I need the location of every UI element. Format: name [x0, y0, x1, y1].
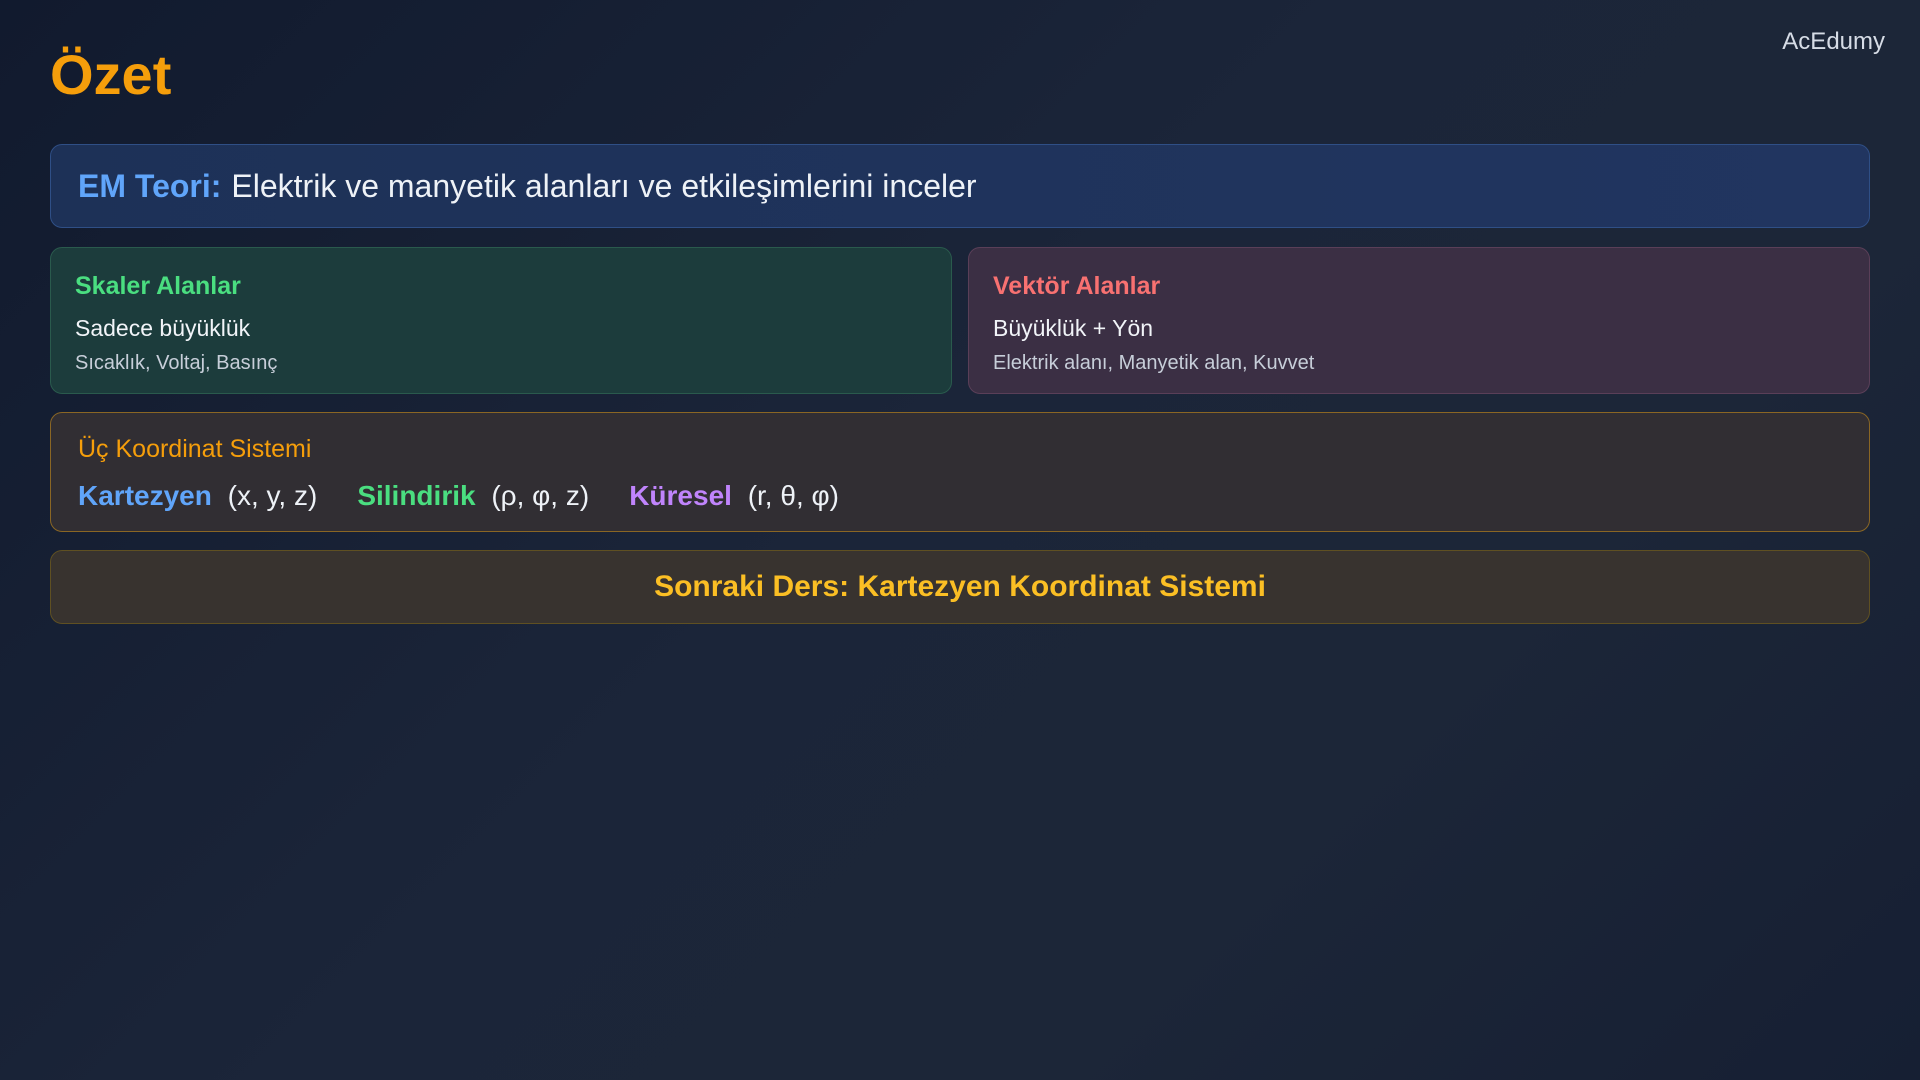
brand-logo-text: AcEdumy: [1782, 28, 1885, 55]
scalar-fields-subtitle: Sadece büyüklük: [75, 315, 251, 341]
scalar-fields-card: Skaler Alanlar Sadece büyüklük Sıcaklık,…: [50, 247, 952, 394]
coordinate-name: Silindirik: [357, 480, 476, 511]
em-theory-label: EM Teori:: [78, 167, 222, 204]
vector-fields-title: Vektör Alanlar: [993, 272, 1161, 300]
coordinate-systems-card: Üç Koordinat Sistemi Kartezyen (x, y, z)…: [50, 412, 1870, 532]
vector-fields-examples: Elektrik alanı, Manyetik alan, Kuvvet: [993, 352, 1315, 374]
coordinate-vars: (x, y, z): [227, 480, 318, 511]
next-lesson-banner: Sonraki Ders: Kartezyen Koordinat Sistem…: [50, 550, 1870, 624]
coordinate-systems-title: Üç Koordinat Sistemi: [78, 435, 312, 463]
em-theory-card: EM Teori: Elektrik ve manyetik alanları …: [50, 144, 1870, 228]
coordinate-item-cartesian: Kartezyen (x, y, z): [78, 480, 317, 512]
em-theory-text: Elektrik ve manyetik alanları ve etkileş…: [231, 167, 977, 204]
scalar-fields-examples: Sıcaklık, Voltaj, Basınç: [75, 352, 278, 374]
vector-fields-subtitle: Büyüklük + Yön: [993, 315, 1154, 341]
page-title: Özet: [50, 43, 172, 106]
coordinate-item-spherical: Küresel (r, θ, φ): [629, 480, 839, 512]
scalar-fields-title: Skaler Alanlar: [75, 272, 241, 300]
coordinate-item-cylindrical: Silindirik (ρ, φ, z): [357, 480, 589, 512]
coordinate-vars: (ρ, φ, z): [491, 480, 590, 511]
coordinate-name: Küresel: [629, 480, 732, 511]
coordinate-vars: (r, θ, φ): [747, 480, 839, 511]
vector-fields-card: Vektör Alanlar Büyüklük + Yön Elektrik a…: [968, 247, 1870, 394]
coordinate-name: Kartezyen: [78, 480, 212, 511]
coordinate-systems-list: Kartezyen (x, y, z) Silindirik (ρ, φ, z)…: [78, 480, 1842, 512]
